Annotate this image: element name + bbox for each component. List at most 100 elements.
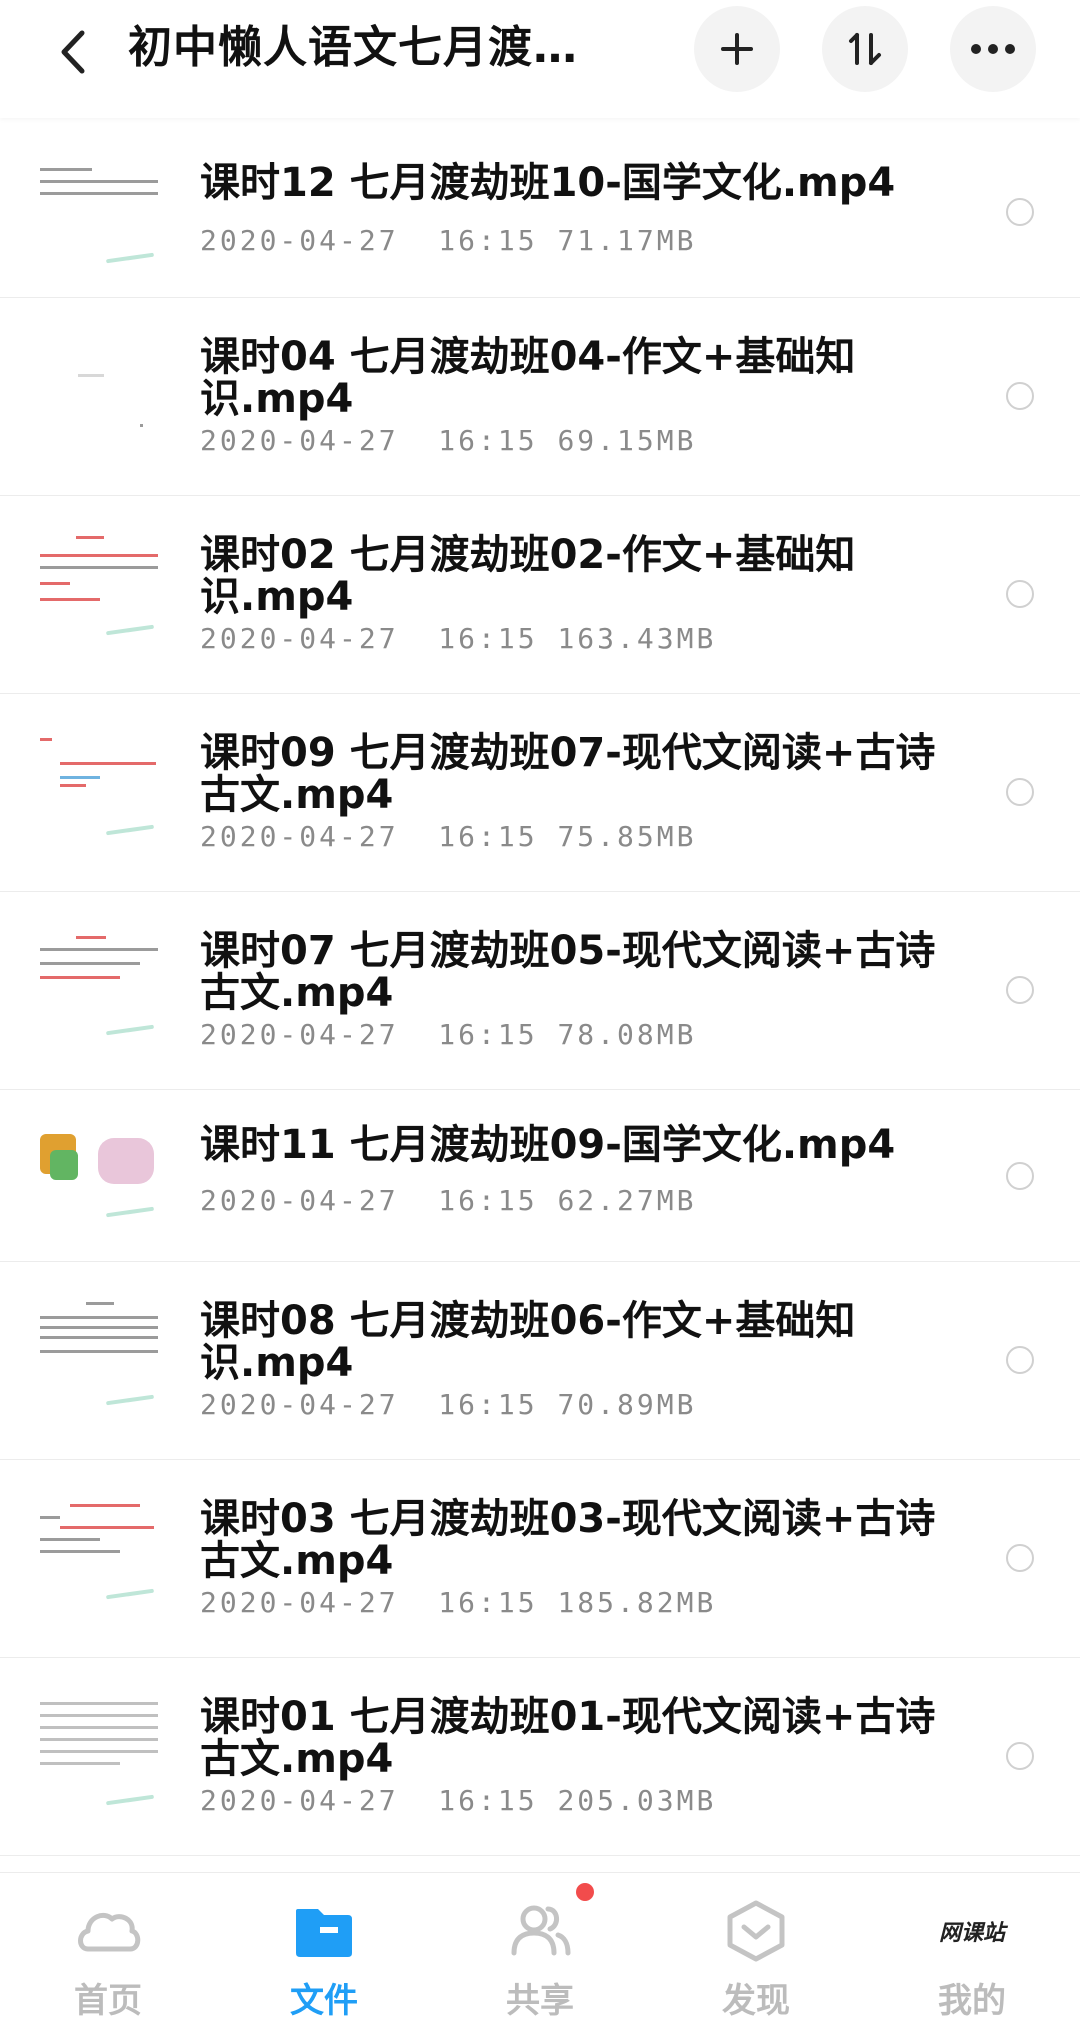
file-meta: 2020-04-27 16:15 163.43MB	[200, 622, 716, 655]
file-time: 16:15	[438, 1586, 538, 1619]
list-item[interactable]: 课时09 七月渡劫班07-现代文阅读+古诗古文.mp4 2020-04-27 1…	[0, 694, 1080, 892]
avatar-logo-text: 网课站	[938, 1921, 1005, 1946]
file-name: 课时09 七月渡劫班07-现代文阅读+古诗古文.mp4	[200, 730, 936, 818]
top-bar: 初中懒人语文七月渡…	[0, 0, 1080, 118]
file-time: 16:15	[438, 1388, 538, 1421]
file-name: 课时12 七月渡劫班10-国学文化.mp4	[200, 160, 896, 206]
discover-icon	[727, 1900, 785, 1962]
sort-button[interactable]	[822, 6, 908, 92]
folder-icon	[296, 1909, 352, 1957]
file-time: 16:15	[438, 224, 538, 257]
file-time: 16:15	[438, 424, 538, 457]
video-thumbnail	[40, 1120, 158, 1238]
file-name: 课时03 七月渡劫班03-现代文阅读+古诗古文.mp4	[200, 1496, 936, 1584]
video-thumbnail	[40, 1500, 158, 1618]
notification-badge	[576, 1883, 594, 1901]
list-item[interactable]: 课时07 七月渡劫班05-现代文阅读+古诗古文.mp4 2020-04-27 1…	[0, 892, 1080, 1090]
file-meta: 2020-04-27 16:15 70.89MB	[200, 1388, 696, 1421]
file-size: 205.03MB	[557, 1784, 717, 1817]
file-date: 2020-04-27	[200, 820, 399, 853]
file-date: 2020-04-27	[200, 224, 399, 257]
file-meta: 2020-04-27 16:15 75.85MB	[200, 820, 696, 853]
file-name: 课时02 七月渡劫班02-作文+基础知识.mp4	[200, 532, 856, 620]
file-size: 78.08MB	[557, 1018, 697, 1051]
file-time: 16:15	[438, 1184, 538, 1217]
file-date: 2020-04-27	[200, 622, 399, 655]
nav-label: 我的	[938, 1981, 1006, 2021]
select-checkbox[interactable]	[1006, 1346, 1034, 1374]
select-checkbox[interactable]	[1006, 580, 1034, 608]
select-checkbox[interactable]	[1006, 382, 1034, 410]
file-date: 2020-04-27	[200, 1586, 399, 1619]
list-item[interactable]: 课时02 七月渡劫班02-作文+基础知识.mp4 2020-04-27 16:1…	[0, 496, 1080, 694]
file-size: 69.15MB	[557, 424, 697, 457]
file-meta: 2020-04-27 16:15 71.17MB	[200, 224, 696, 257]
file-size: 62.27MB	[557, 1184, 697, 1217]
list-item[interactable]: 课时04 七月渡劫班04-作文+基础知识.mp4 2020-04-27 16:1…	[0, 298, 1080, 496]
file-list: 课时12 七月渡劫班10-国学文化.mp4 2020-04-27 16:15 7…	[0, 118, 1080, 1856]
file-name: 课时04 七月渡劫班04-作文+基础知识.mp4	[200, 334, 856, 422]
nav-item-discover[interactable]: 发现	[648, 1873, 864, 2023]
file-date: 2020-04-27	[200, 1388, 399, 1421]
select-checkbox[interactable]	[1006, 976, 1034, 1004]
file-name: 课时01 七月渡劫班01-现代文阅读+古诗古文.mp4	[200, 1694, 936, 1782]
cloud-icon	[78, 1913, 141, 1952]
file-size: 163.43MB	[557, 622, 717, 655]
file-size: 71.17MB	[557, 224, 697, 257]
file-size: 70.89MB	[557, 1388, 697, 1421]
avatar-logo: 网课站	[922, 1897, 1022, 1965]
file-time: 16:15	[438, 820, 538, 853]
video-thumbnail	[40, 536, 158, 654]
select-checkbox[interactable]	[1006, 778, 1034, 806]
file-meta: 2020-04-27 16:15 185.82MB	[200, 1586, 716, 1619]
list-item[interactable]: 课时08 七月渡劫班06-作文+基础知识.mp4 2020-04-27 16:1…	[0, 1262, 1080, 1460]
more-icon	[971, 44, 1015, 54]
bottom-nav: 首页 文件 共享 发现 网课站 我的	[0, 1872, 1080, 2023]
file-date: 2020-04-27	[200, 1784, 399, 1817]
nav-item-files[interactable]: 文件	[216, 1873, 432, 2023]
file-size: 75.85MB	[557, 820, 697, 853]
select-checkbox[interactable]	[1006, 1544, 1034, 1572]
file-meta: 2020-04-27 16:15 78.08MB	[200, 1018, 696, 1051]
list-item[interactable]: 课时03 七月渡劫班03-现代文阅读+古诗古文.mp4 2020-04-27 1…	[0, 1460, 1080, 1658]
more-button[interactable]	[950, 6, 1036, 92]
back-arrow-icon	[61, 30, 85, 74]
video-thumbnail	[40, 158, 158, 276]
file-name: 课时07 七月渡劫班05-现代文阅读+古诗古文.mp4	[200, 928, 936, 1016]
list-item[interactable]: 课时01 七月渡劫班01-现代文阅读+古诗古文.mp4 2020-04-27 1…	[0, 1658, 1080, 1856]
video-thumbnail	[40, 1698, 158, 1816]
file-name: 课时11 七月渡劫班09-国学文化.mp4	[200, 1122, 896, 1168]
file-time: 16:15	[438, 1784, 538, 1817]
file-name: 课时08 七月渡劫班06-作文+基础知识.mp4	[200, 1298, 856, 1386]
sort-icon	[849, 33, 881, 65]
nav-item-share[interactable]: 共享	[432, 1873, 648, 2023]
plus-icon	[721, 33, 753, 65]
select-checkbox[interactable]	[1006, 1742, 1034, 1770]
file-meta: 2020-04-27 16:15 69.15MB	[200, 424, 696, 457]
file-meta: 2020-04-27 16:15 205.03MB	[200, 1784, 716, 1817]
file-time: 16:15	[438, 1018, 538, 1051]
file-meta: 2020-04-27 16:15 62.27MB	[200, 1184, 696, 1217]
people-icon	[511, 1905, 571, 1956]
video-thumbnail	[40, 932, 158, 1050]
select-checkbox[interactable]	[1006, 198, 1034, 226]
list-item[interactable]: 课时12 七月渡劫班10-国学文化.mp4 2020-04-27 16:15 7…	[0, 118, 1080, 298]
back-button[interactable]	[44, 22, 104, 82]
nav-item-mine[interactable]: 网课站 我的	[864, 1873, 1080, 2023]
file-time: 16:15	[438, 622, 538, 655]
file-date: 2020-04-27	[200, 1018, 399, 1051]
select-checkbox[interactable]	[1006, 1162, 1034, 1190]
nav-label: 文件	[290, 1981, 358, 2021]
video-thumbnail	[40, 734, 158, 852]
add-button[interactable]	[694, 6, 780, 92]
video-thumbnail	[40, 1302, 158, 1420]
file-date: 2020-04-27	[200, 424, 399, 457]
file-date: 2020-04-27	[200, 1184, 399, 1217]
list-item[interactable]: 课时11 七月渡劫班09-国学文化.mp4 2020-04-27 16:15 6…	[0, 1090, 1080, 1262]
file-size: 185.82MB	[557, 1586, 717, 1619]
nav-label: 发现	[722, 1981, 790, 2021]
nav-item-home[interactable]: 首页	[0, 1873, 216, 2023]
nav-label: 首页	[74, 1981, 142, 2021]
video-thumbnail	[40, 338, 158, 456]
page-title: 初中懒人语文七月渡…	[128, 22, 578, 73]
